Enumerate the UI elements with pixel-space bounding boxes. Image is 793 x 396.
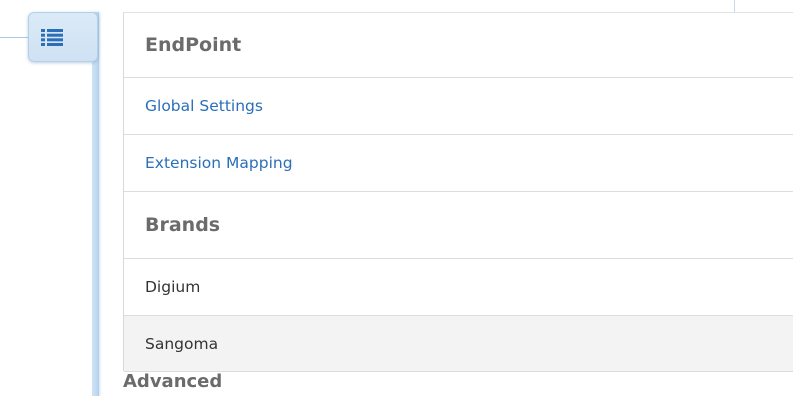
section-header-endpoint: EndPoint [124, 13, 793, 78]
sidebar-rail [92, 12, 99, 396]
menu-item-digium[interactable]: Digium [124, 259, 793, 316]
connector-line [0, 37, 28, 38]
side-menu-panel: EndPoint Global Settings Extension Mappi… [123, 12, 793, 372]
sidebar-toggle-button[interactable] [28, 12, 98, 62]
divider-rule [734, 0, 735, 12]
page: EndPoint Global Settings Extension Mappi… [0, 0, 793, 396]
menu-item-extension-mapping[interactable]: Extension Mapping [124, 135, 793, 192]
section-header-brands: Brands [124, 192, 793, 259]
list-icon [41, 28, 63, 46]
section-header-advanced: Advanced [123, 371, 223, 392]
menu-item-global-settings[interactable]: Global Settings [124, 78, 793, 135]
menu-item-sangoma[interactable]: Sangoma [124, 316, 793, 372]
